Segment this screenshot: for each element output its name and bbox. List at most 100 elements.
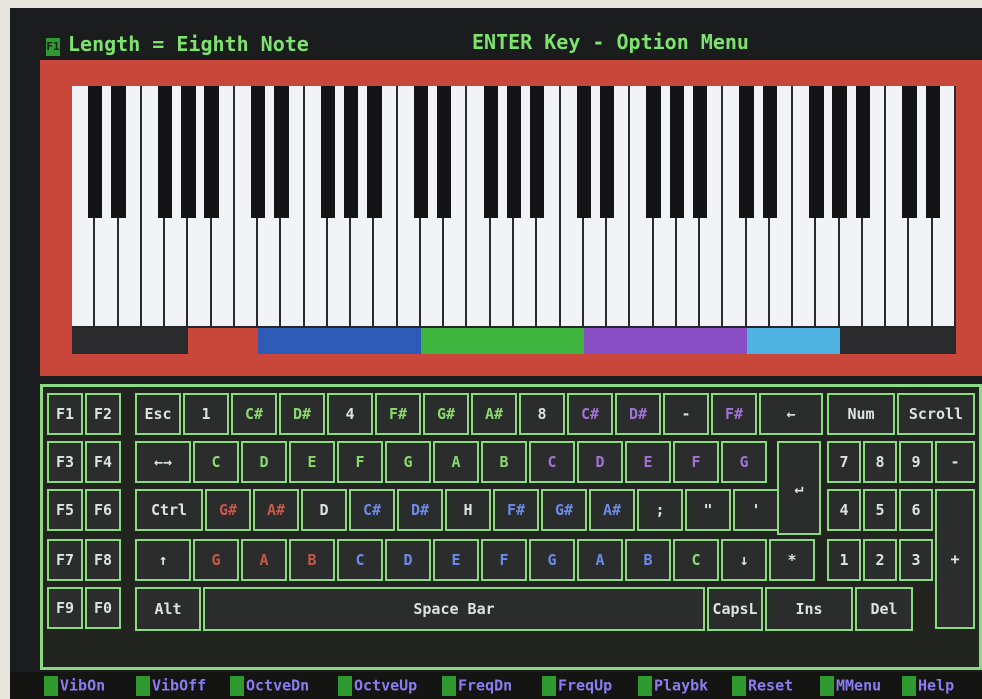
piano-black-key[interactable] <box>809 86 824 218</box>
key-row1-9[interactable]: C# <box>567 393 613 435</box>
piano-black-key[interactable] <box>530 86 545 218</box>
numpad-minus[interactable]: - <box>935 441 975 483</box>
key-row2-7[interactable]: B <box>481 441 527 483</box>
key-row4-12[interactable]: ↓ <box>721 539 767 581</box>
key-row4-8[interactable]: G <box>529 539 575 581</box>
piano-black-key[interactable] <box>343 86 359 218</box>
piano-black-key[interactable] <box>599 86 615 218</box>
key-row3-10[interactable]: ; <box>637 489 683 531</box>
key-row1-2[interactable]: C# <box>231 393 277 435</box>
key-row4-4[interactable]: C <box>337 539 383 581</box>
key-row1-1[interactable]: 1 <box>183 393 229 435</box>
key-row1-4[interactable]: 4 <box>327 393 373 435</box>
key-row2-6[interactable]: A <box>433 441 479 483</box>
key-row1-8[interactable]: 8 <box>519 393 565 435</box>
piano-black-key[interactable] <box>88 86 103 218</box>
key-row3-2[interactable]: A# <box>253 489 299 531</box>
function-key-f5[interactable]: F5 <box>47 489 83 531</box>
piano-black-key[interactable] <box>157 86 173 218</box>
piano-black-key[interactable] <box>576 86 591 218</box>
piano-black-key[interactable] <box>483 86 498 218</box>
space-bar-key[interactable]: Space Bar <box>203 587 705 631</box>
key-row2-3[interactable]: E <box>289 441 335 483</box>
key-row3-3[interactable]: D <box>301 489 347 531</box>
key-row4-3[interactable]: B <box>289 539 335 581</box>
piano-black-key[interactable] <box>902 86 917 218</box>
numpad-8[interactable]: 8 <box>863 441 897 483</box>
key-row4-2[interactable]: A <box>241 539 287 581</box>
piano-black-key[interactable] <box>436 86 452 218</box>
key-row3-11[interactable]: " <box>685 489 731 531</box>
key-row3-0[interactable]: Ctrl <box>135 489 203 531</box>
numpad-2[interactable]: 2 <box>863 539 897 581</box>
scroll-lock-key[interactable]: Scroll <box>897 393 975 435</box>
function-key-f3[interactable]: F3 <box>47 441 83 483</box>
numpad-1[interactable]: 1 <box>827 539 861 581</box>
status-item-frequp[interactable]: FreqUp <box>542 676 612 698</box>
key-row2-1[interactable]: C <box>193 441 239 483</box>
piano-black-key[interactable] <box>250 86 266 218</box>
numpad-4[interactable]: 4 <box>827 489 861 531</box>
piano-black-key[interactable] <box>181 86 196 218</box>
piano-black-key[interactable] <box>111 86 126 218</box>
key-row1-5[interactable]: F# <box>375 393 421 435</box>
status-item-freqdn[interactable]: FreqDn <box>442 676 512 698</box>
status-item-octvedn[interactable]: OctveDn <box>230 676 309 698</box>
key-row1-12[interactable]: F# <box>711 393 757 435</box>
function-key-f4[interactable]: F4 <box>85 441 121 483</box>
key-row2-2[interactable]: D <box>241 441 287 483</box>
function-key-f8[interactable]: F8 <box>85 539 121 581</box>
status-item-help[interactable]: Help <box>902 676 954 698</box>
delete-key[interactable]: Del <box>855 587 913 631</box>
status-item-playbk[interactable]: Playbk <box>638 676 708 698</box>
key-row1-3[interactable]: D# <box>279 393 325 435</box>
function-key-f0[interactable]: F0 <box>85 587 121 629</box>
key-row1-10[interactable]: D# <box>615 393 661 435</box>
piano-black-key[interactable] <box>669 86 685 218</box>
piano-black-key[interactable] <box>692 86 708 218</box>
key-row3-7[interactable]: F# <box>493 489 539 531</box>
key-row3-5[interactable]: D# <box>397 489 443 531</box>
key-row4-9[interactable]: A <box>577 539 623 581</box>
piano-black-key[interactable] <box>413 86 429 218</box>
key-row3-6[interactable]: H <box>445 489 491 531</box>
function-key-f9[interactable]: F9 <box>47 587 83 629</box>
key-row4-11[interactable]: C <box>673 539 719 581</box>
key-row2-9[interactable]: D <box>577 441 623 483</box>
key-row4-1[interactable]: G <box>193 539 239 581</box>
piano-black-key[interactable] <box>367 86 382 218</box>
function-key-f7[interactable]: F7 <box>47 539 83 581</box>
key-row3-12[interactable]: ' <box>733 489 779 531</box>
piano-black-key[interactable] <box>832 86 847 218</box>
function-key-f1[interactable]: F1 <box>47 393 83 435</box>
piano-black-key[interactable] <box>925 86 940 218</box>
status-item-octveup[interactable]: OctveUp <box>338 676 417 698</box>
key-row1-6[interactable]: G# <box>423 393 469 435</box>
num-lock-key[interactable]: Num <box>827 393 895 435</box>
key-row2-8[interactable]: C <box>529 441 575 483</box>
key-row4-13[interactable]: * <box>769 539 815 581</box>
key-row3-9[interactable]: A# <box>589 489 635 531</box>
key-row1-13[interactable]: ← <box>759 393 823 435</box>
piano-black-key[interactable] <box>855 86 871 218</box>
numpad-3[interactable]: 3 <box>899 539 933 581</box>
caps-lock-key[interactable]: CapsL <box>707 587 763 631</box>
status-item-vibon[interactable]: VibOn <box>44 676 105 698</box>
piano-black-key[interactable] <box>204 86 219 218</box>
status-item-viboff[interactable]: VibOff <box>136 676 206 698</box>
enter-key[interactable]: ↵ <box>777 441 821 535</box>
key-row4-6[interactable]: E <box>433 539 479 581</box>
key-row3-4[interactable]: C# <box>349 489 395 531</box>
numpad-5[interactable]: 5 <box>863 489 897 531</box>
key-row1-11[interactable]: - <box>663 393 709 435</box>
piano-black-key[interactable] <box>506 86 522 218</box>
function-key-f6[interactable]: F6 <box>85 489 121 531</box>
piano-black-key[interactable] <box>320 86 336 218</box>
key-row2-11[interactable]: F <box>673 441 719 483</box>
function-key-f2[interactable]: F2 <box>85 393 121 435</box>
numpad-9[interactable]: 9 <box>899 441 933 483</box>
key-row4-0[interactable]: ↑ <box>135 539 191 581</box>
piano-black-key[interactable] <box>274 86 289 218</box>
key-row2-0[interactable]: ←→ <box>135 441 191 483</box>
piano-black-key[interactable] <box>739 86 754 218</box>
